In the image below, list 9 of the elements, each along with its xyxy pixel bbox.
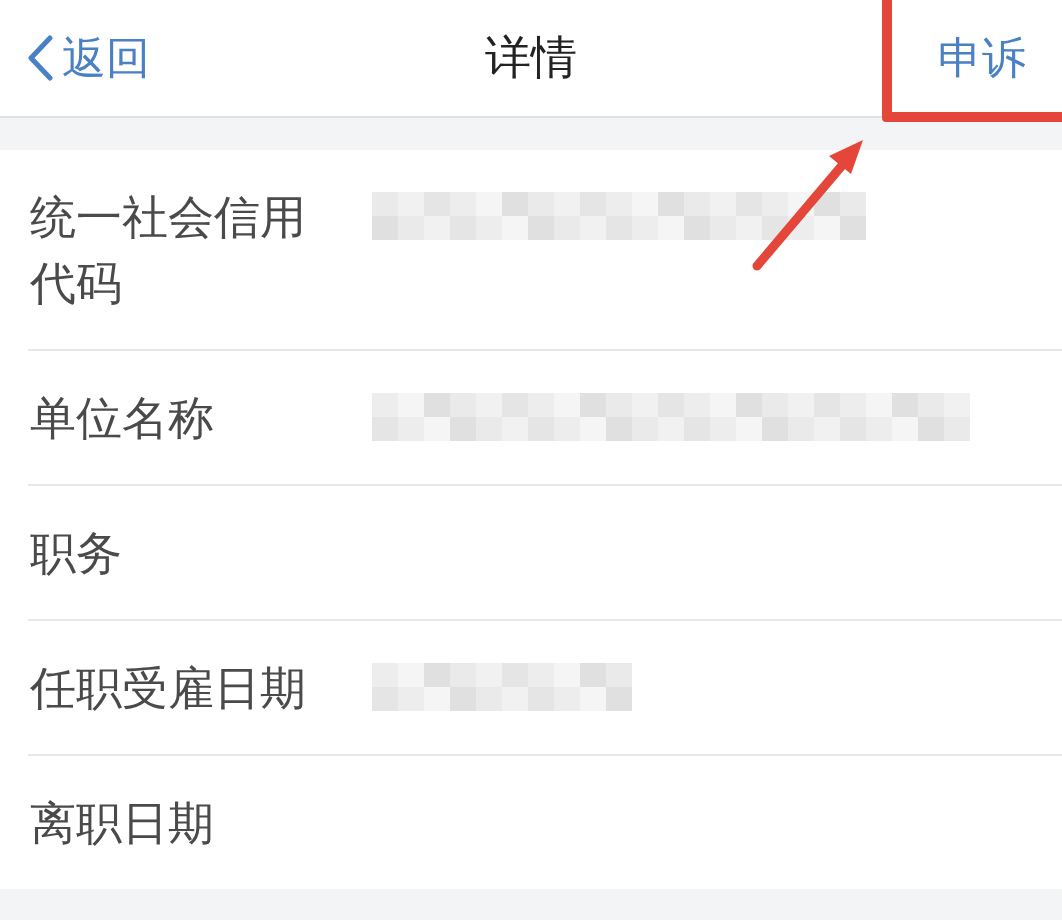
back-chevron-icon	[26, 35, 54, 81]
appeal-button[interactable]: 申诉	[938, 28, 1026, 88]
page-title: 详情	[485, 30, 577, 84]
field-label: 任职受雇日期	[30, 660, 307, 717]
field-label: 统一社会信用代码	[30, 189, 307, 312]
back-button[interactable]: 返回	[26, 28, 150, 88]
field-label: 单位名称	[30, 390, 215, 447]
field-label: 职务	[30, 525, 123, 582]
field-label: 离职日期	[30, 795, 215, 852]
